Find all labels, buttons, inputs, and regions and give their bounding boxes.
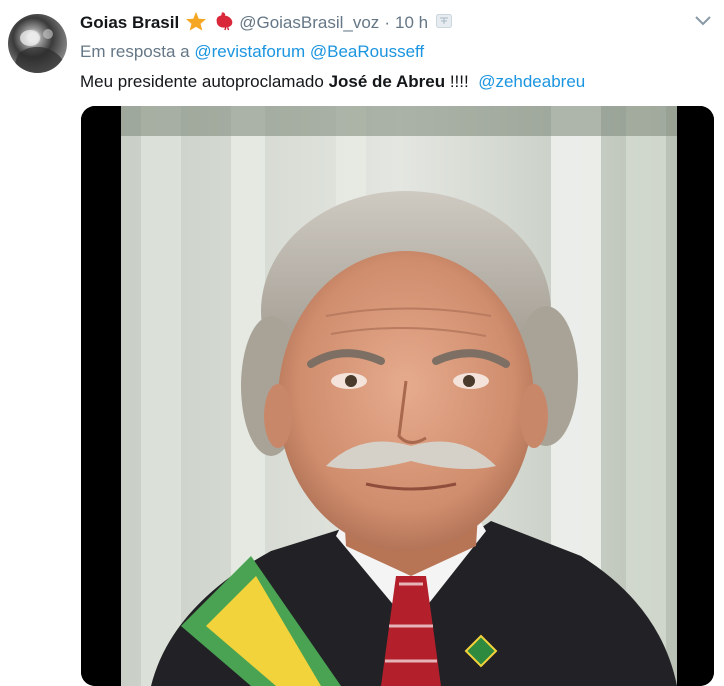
reply-prefix: Em resposta a: [80, 42, 190, 61]
tweet-text: Meu presidente autoproclamado José de Ab…: [80, 72, 585, 92]
translate-icon[interactable]: [436, 13, 453, 33]
tweet-text-bold: José de Abreu: [328, 72, 446, 91]
rooster-icon: [213, 11, 235, 36]
avatar-image: [12, 29, 64, 73]
separator: ·: [384, 13, 390, 32]
tweet-text-after: !!!!: [449, 72, 469, 91]
photo-image: [81, 106, 714, 686]
tweet-mention-zehdeabreu[interactable]: @zehdeabreu: [478, 72, 585, 91]
tweet-photo[interactable]: [81, 106, 714, 686]
tweet-timestamp[interactable]: 10 h: [395, 13, 428, 33]
tweet-text-before: Meu presidente autoproclamado: [80, 72, 324, 91]
reply-mention-revistaforum[interactable]: @revistaforum: [194, 42, 305, 61]
chevron-down-icon[interactable]: [694, 14, 712, 32]
star-icon: [185, 11, 207, 36]
author-handle[interactable]: @GoiasBrasil_voz: [239, 13, 379, 33]
reply-mention-bearousseff[interactable]: @BeaRousseff: [310, 42, 424, 61]
reply-context: Em resposta a @revistaforum @BeaRousseff: [80, 42, 424, 62]
author-avatar[interactable]: [8, 14, 67, 73]
tweet-header: Goias Brasil @GoiasBrasil_voz · 10 h: [80, 11, 453, 36]
author-name[interactable]: Goias Brasil: [80, 13, 179, 33]
